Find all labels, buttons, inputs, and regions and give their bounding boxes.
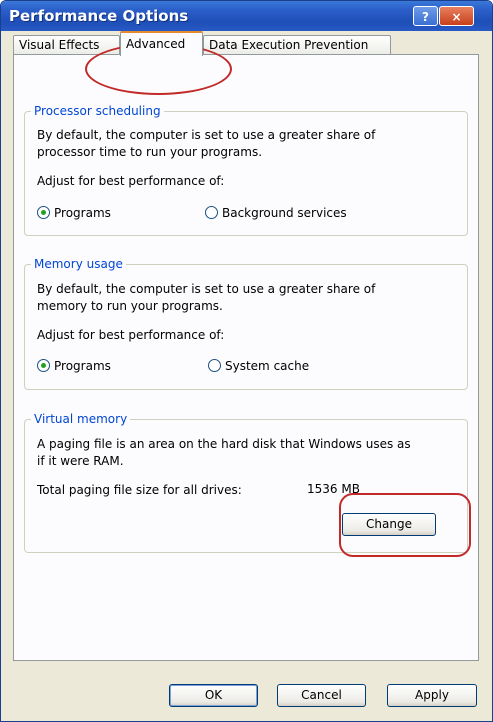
total-paging-label: Total paging file size for all drives: xyxy=(37,483,242,497)
radio-button-checked[interactable] xyxy=(37,359,50,372)
tab-visual-effects[interactable]: Visual Effects xyxy=(13,35,120,55)
apply-button[interactable]: Apply xyxy=(387,684,477,707)
performance-options-dialog: Performance Options ? × Visual Effects A… xyxy=(0,0,493,722)
processor-description-line1: By default, the computer is set to use a… xyxy=(37,128,376,142)
radio-label: Programs xyxy=(54,359,111,373)
virtual-memory-description-line1: A paging file is an area on the hard dis… xyxy=(37,437,411,451)
tab-data-execution-prevention[interactable]: Data Execution Prevention xyxy=(203,35,391,55)
virtual-memory-group: Virtual memory A paging file is an area … xyxy=(24,412,468,553)
close-button[interactable]: × xyxy=(439,6,474,26)
processor-scheduling-group: Processor scheduling By default, the com… xyxy=(24,104,468,236)
virtual-memory-title: Virtual memory xyxy=(31,412,131,426)
processor-adjust-label: Adjust for best performance of: xyxy=(37,174,225,188)
ok-button[interactable]: OK xyxy=(169,684,258,707)
virtual-memory-description-line2: if it were RAM. xyxy=(37,454,124,468)
radio-button[interactable] xyxy=(205,206,218,219)
processor-description-line2: processor time to run your programs. xyxy=(37,145,263,159)
radio-button[interactable] xyxy=(208,359,221,372)
memory-adjust-label: Adjust for best performance of: xyxy=(37,328,225,342)
radio-label: System cache xyxy=(225,359,310,373)
radio-label: Programs xyxy=(54,206,111,220)
tab-advanced[interactable]: Advanced xyxy=(120,31,203,56)
radio-button-checked[interactable] xyxy=(37,206,50,219)
help-button[interactable]: ? xyxy=(413,6,438,26)
memory-usage-title: Memory usage xyxy=(31,257,126,271)
total-paging-value: 1536 MB xyxy=(307,482,360,496)
memory-usage-group: Memory usage By default, the computer is… xyxy=(24,257,468,390)
memory-description-line2: memory to run your programs. xyxy=(37,299,223,313)
radio-label: Background services xyxy=(222,206,347,220)
processor-scheduling-title: Processor scheduling xyxy=(31,104,164,118)
cancel-button[interactable]: Cancel xyxy=(277,684,366,707)
memory-description-line1: By default, the computer is set to use a… xyxy=(37,282,376,296)
window-title: Performance Options xyxy=(9,7,189,25)
change-button[interactable]: Change xyxy=(342,513,436,536)
title-bar[interactable]: Performance Options ? × xyxy=(1,1,492,31)
